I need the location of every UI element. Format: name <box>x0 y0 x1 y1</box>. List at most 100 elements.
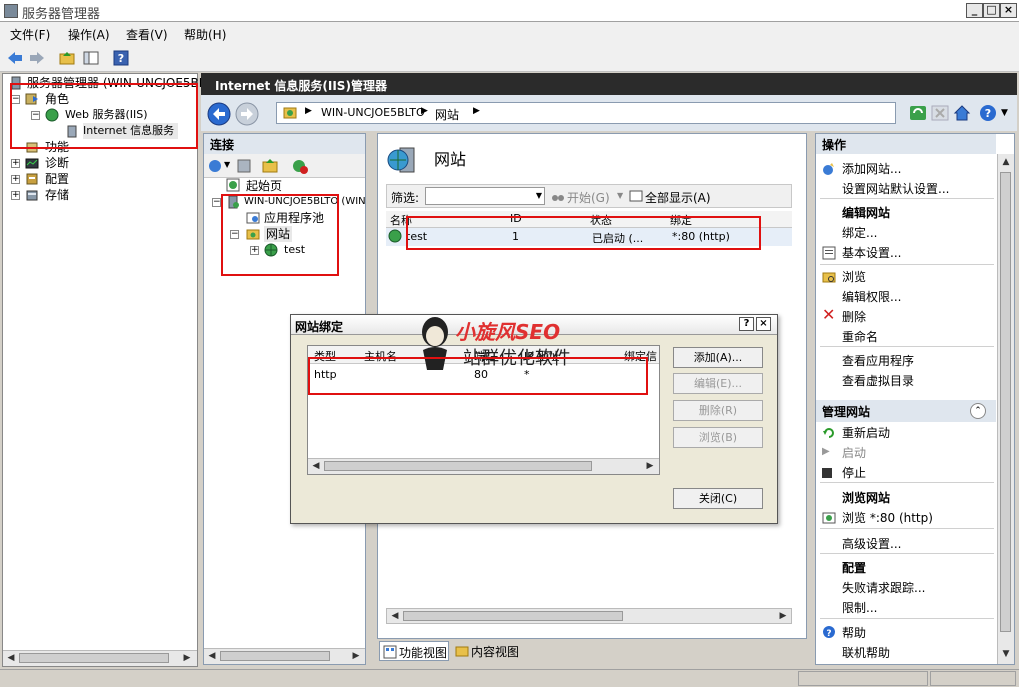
content-hscrollbar[interactable]: ◀ ▶ <box>386 608 792 624</box>
save-icon[interactable] <box>236 158 252 174</box>
action-help[interactable]: 帮助 <box>842 624 866 641</box>
scroll-left-arrow-icon[interactable]: ◀ <box>5 652 17 664</box>
scroll-thumb[interactable] <box>324 461 592 471</box>
close-dialog-button[interactable]: 关闭(C) <box>673 488 763 509</box>
address-bar[interactable]: ▶ WIN-UNCJOE5BLTO ▶ 网站 ▶ <box>276 102 896 124</box>
tab-content-view[interactable]: 内容视图 <box>453 641 527 661</box>
folder-up-icon[interactable] <box>58 50 76 66</box>
menu-help[interactable]: 帮助(H) <box>184 26 226 43</box>
action-stop[interactable]: 停止 <box>842 464 866 481</box>
manage-site-section-header[interactable]: 管理网站 ⌃ <box>816 400 996 422</box>
edit-binding-button[interactable]: 编辑(E)... <box>673 373 763 394</box>
nav-forward-icon[interactable] <box>235 102 259 126</box>
filter-input[interactable]: ▼ <box>425 187 545 205</box>
server-collapse-toggle[interactable]: − <box>212 198 221 207</box>
svg-text:?: ? <box>985 107 991 120</box>
scroll-thumb[interactable] <box>220 651 330 661</box>
view-tabs: 功能视图 内容视图 <box>377 641 807 663</box>
remove-binding-button[interactable]: 删除(R) <box>673 400 763 421</box>
up-folder-icon[interactable] <box>262 158 278 174</box>
action-set-defaults[interactable]: 设置网站默认设置... <box>842 180 949 197</box>
action-limits[interactable]: 限制... <box>842 599 877 616</box>
scroll-right-arrow-icon[interactable]: ▶ <box>777 610 789 622</box>
tab-feature-view[interactable]: 功能视图 <box>379 641 449 661</box>
chevron-down-icon[interactable]: ▼ <box>224 160 230 169</box>
scroll-down-arrow-icon[interactable]: ▼ <box>1000 648 1012 660</box>
action-rename[interactable]: 重命名 <box>842 328 878 345</box>
tree-item-configuration[interactable]: 配置 <box>45 171 69 187</box>
scroll-up-arrow-icon[interactable]: ▲ <box>1000 156 1012 168</box>
breadcrumb-server[interactable]: WIN-UNCJOE5BLTO <box>321 106 425 119</box>
collapse-section-icon[interactable]: ⌃ <box>970 403 986 419</box>
scroll-right-arrow-icon[interactable]: ▶ <box>644 460 656 472</box>
menu-view[interactable]: 查看(V) <box>126 26 168 43</box>
breadcrumb-sites[interactable]: 网站 <box>435 106 459 123</box>
binoculars-icon[interactable] <box>551 189 565 203</box>
close-window-button[interactable]: × <box>1000 3 1017 18</box>
scroll-thumb[interactable] <box>1000 172 1011 632</box>
scroll-thumb[interactable] <box>403 611 623 621</box>
scroll-left-arrow-icon[interactable]: ◀ <box>389 610 401 622</box>
dialog-help-button[interactable]: ? <box>739 317 754 331</box>
action-bindings[interactable]: 绑定... <box>842 224 877 241</box>
action-explore[interactable]: 浏览 <box>842 268 866 285</box>
add-binding-button[interactable]: 添加(A)... <box>673 347 763 368</box>
disconnect-icon[interactable] <box>292 158 308 174</box>
section-edit-site: 编辑网站 <box>842 206 891 220</box>
status-panel <box>798 671 928 686</box>
nav-back-icon[interactable] <box>207 102 231 126</box>
back-arrow-icon[interactable] <box>6 50 24 66</box>
action-add-site[interactable]: 添加网站... <box>842 160 901 177</box>
left-tree-hscrollbar[interactable]: ◀ ▶ <box>3 650 197 666</box>
show-hide-tree-icon[interactable] <box>82 50 100 66</box>
start-filter-button[interactable]: 开始(G) <box>567 189 610 206</box>
action-view-apps[interactable]: 查看应用程序 <box>842 352 914 369</box>
menu-file[interactable]: 文件(F) <box>10 26 50 43</box>
diagnostics-expand-toggle[interactable]: + <box>11 159 20 168</box>
chevron-down-icon[interactable]: ▼ <box>617 191 623 200</box>
chevron-down-icon[interactable]: ▼ <box>536 191 542 200</box>
scroll-left-arrow-icon[interactable]: ◀ <box>206 650 218 662</box>
action-online-help[interactable]: 联机帮助 <box>842 644 890 661</box>
maximize-button[interactable]: □ <box>983 3 1000 18</box>
help-dropdown-icon[interactable]: ? <box>979 104 997 122</box>
tree-item-diagnostics[interactable]: 诊断 <box>45 155 69 171</box>
minimize-button[interactable]: _ <box>966 3 983 18</box>
show-all-icon[interactable] <box>629 189 643 203</box>
menu-action[interactable]: 操作(A) <box>68 26 110 43</box>
conn-start-page[interactable]: 起始页 <box>246 178 282 194</box>
scroll-thumb[interactable] <box>19 653 169 663</box>
action-advanced-settings[interactable]: 高级设置... <box>842 535 901 552</box>
help-icon[interactable]: ? <box>112 50 130 66</box>
dialog-close-x-button[interactable]: × <box>756 317 771 331</box>
tab-content-view-label: 内容视图 <box>471 645 520 659</box>
action-failed-request-tracing[interactable]: 失败请求跟踪... <box>842 579 925 596</box>
browse-binding-button[interactable]: 浏览(B) <box>673 427 763 448</box>
action-delete[interactable]: 删除 <box>842 308 866 325</box>
bindings-hscrollbar[interactable]: ◀ ▶ <box>308 458 659 474</box>
action-basic-settings[interactable]: 基本设置... <box>842 244 901 261</box>
refresh-icon[interactable] <box>909 105 927 121</box>
connections-hscrollbar[interactable]: ◀ ▶ <box>204 648 365 664</box>
forward-arrow-icon[interactable] <box>28 50 46 66</box>
action-restart[interactable]: 重新启动 <box>842 424 890 441</box>
scroll-right-arrow-icon[interactable]: ▶ <box>181 652 193 664</box>
connect-globe-icon[interactable] <box>208 158 224 174</box>
action-edit-permissions[interactable]: 编辑权限... <box>842 288 901 305</box>
show-all-button[interactable]: 全部显示(A) <box>645 189 711 206</box>
configuration-expand-toggle[interactable]: + <box>11 175 20 184</box>
configuration-icon <box>26 173 38 185</box>
scroll-left-arrow-icon[interactable]: ◀ <box>310 460 322 472</box>
stop-icon[interactable] <box>931 105 949 121</box>
scroll-right-arrow-icon[interactable]: ▶ <box>350 650 362 662</box>
chevron-down-icon[interactable]: ▼ <box>1001 108 1008 118</box>
server-manager-icon <box>4 4 18 18</box>
globe-icon <box>388 229 402 243</box>
storage-expand-toggle[interactable]: + <box>11 191 20 200</box>
action-view-vdirs[interactable]: 查看虚拟目录 <box>842 372 914 389</box>
action-start[interactable]: 启动 <box>842 444 866 461</box>
home-icon[interactable] <box>953 104 971 122</box>
actions-vscrollbar[interactable]: ▲ ▼ <box>997 154 1014 664</box>
action-browse-80[interactable]: 浏览 *:80 (http) <box>842 509 933 526</box>
tree-item-storage[interactable]: 存储 <box>45 187 69 203</box>
